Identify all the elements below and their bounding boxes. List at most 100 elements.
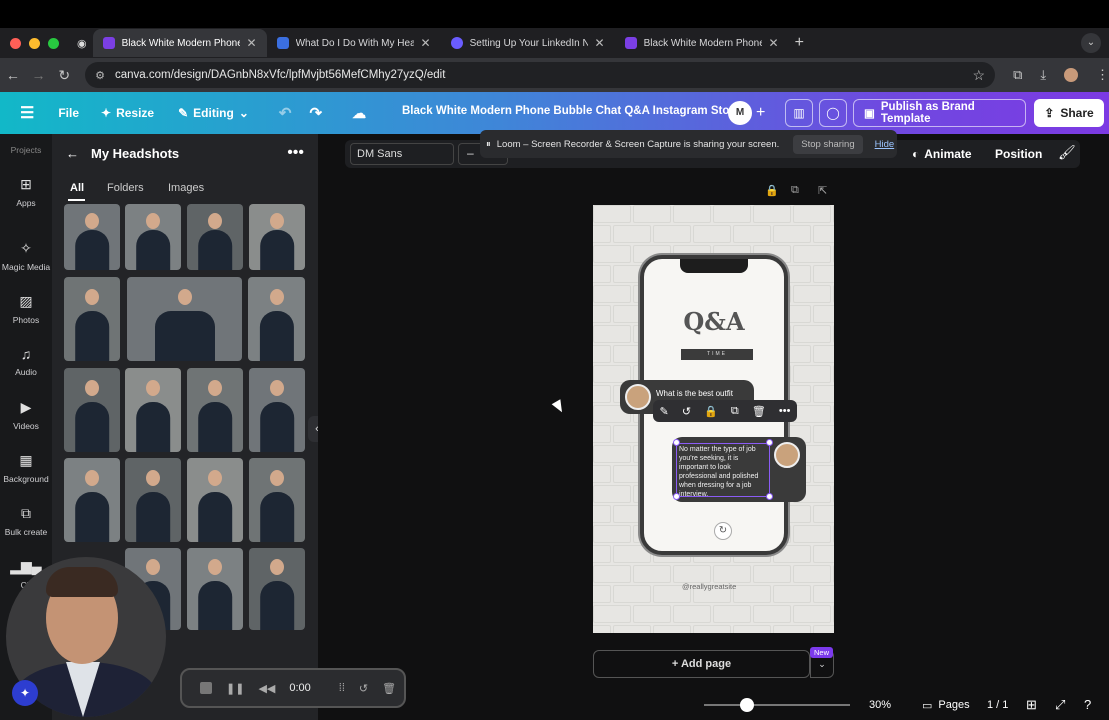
comment-icon[interactable]: ◯	[819, 99, 847, 127]
close-window-button[interactable]	[10, 37, 21, 49]
add-page-icon[interactable]: ⇱	[818, 184, 827, 197]
insights-chart-icon[interactable]: ▥	[785, 99, 813, 127]
url-field[interactable]: ⚙ canva.com/design/DAGnbN8xVfc/lpfMvjbt5…	[85, 62, 996, 88]
trash-icon[interactable]: 🗑	[752, 405, 766, 418]
headshot-thumbnail[interactable]	[249, 458, 305, 542]
resize-handle[interactable]	[673, 493, 680, 500]
tab-close-icon[interactable]: ✕	[247, 36, 257, 50]
collaborator-avatar[interactable]: M	[728, 101, 752, 125]
publish-brand-template-button[interactable]: ▣ Publish as Brand Template	[853, 99, 1026, 127]
headshot-thumbnail[interactable]	[249, 368, 305, 452]
site-handle-text[interactable]: @reallygreatsite	[682, 582, 736, 591]
more-options-icon[interactable]: •••	[287, 144, 304, 162]
browser-tab-2[interactable]: Setting Up Your LinkedIn New... ✕	[441, 29, 615, 57]
headshot-thumbnail[interactable]	[187, 368, 243, 452]
file-menu[interactable]: File	[58, 106, 79, 120]
tab-search-chevron-icon[interactable]: ⌄	[1081, 33, 1101, 53]
help-icon[interactable]: ?	[1084, 697, 1091, 712]
extensions-puzzle-icon[interactable]: ⧉	[1013, 67, 1022, 83]
browser-tab-3[interactable]: Black White Modern Phone B... ✕	[615, 29, 789, 57]
headshot-thumbnail[interactable]	[64, 277, 120, 361]
tab-close-icon[interactable]: ✕	[769, 36, 779, 50]
zoom-level[interactable]: 30%	[869, 699, 891, 711]
headshot-thumbnail[interactable]	[127, 277, 242, 361]
headshot-thumbnail[interactable]	[187, 458, 243, 542]
pages-button[interactable]: ▭ Pages	[922, 699, 970, 712]
tab-folders[interactable]: Folders	[107, 182, 144, 194]
duplicate-icon[interactable]: ⧉	[731, 405, 739, 418]
headshot-thumbnail[interactable]	[125, 368, 181, 452]
grid-view-icon[interactable]: ⊞	[1026, 697, 1037, 713]
download-icon[interactable]: ⤓	[1040, 67, 1046, 83]
duplicate-page-icon[interactable]: ⧉	[791, 184, 799, 197]
rewind-icon[interactable]: ◀◀	[258, 682, 275, 695]
more-options-icon[interactable]: •••	[779, 405, 791, 417]
headshot-thumbnail[interactable]	[249, 548, 305, 630]
headshot-thumbnail[interactable]	[187, 548, 243, 630]
restart-icon[interactable]: ↺	[359, 682, 368, 695]
headshot-thumbnail[interactable]	[249, 204, 305, 270]
projects-label[interactable]: Projects	[0, 145, 52, 155]
share-button[interactable]: ⇪ Share	[1034, 99, 1104, 127]
new-tab-plus-icon[interactable]: +	[795, 34, 804, 52]
headshot-thumbnail[interactable]	[64, 204, 120, 270]
browser-tab-1[interactable]: What Do I Do With My Headsh... ✕	[267, 29, 441, 57]
answer-text-box[interactable]: No matter the type of job you're seeking…	[676, 443, 770, 497]
fullscreen-icon[interactable]: ⤢	[1055, 697, 1065, 713]
add-page-button[interactable]: + Add page	[593, 650, 810, 678]
rail-item-background[interactable]: ▦ Background	[0, 452, 52, 484]
rail-item-photos[interactable]: ▨ Photos	[0, 293, 52, 325]
rail-item-bulk-create[interactable]: ⧉ Bulk create	[0, 505, 52, 537]
tab-close-icon[interactable]: ✕	[421, 36, 431, 50]
minimize-window-button[interactable]	[29, 37, 40, 49]
tab-images[interactable]: Images	[168, 182, 204, 194]
resize-handle[interactable]	[673, 439, 680, 446]
magic-assistant-icon[interactable]: ✦	[12, 680, 38, 706]
delete-recording-icon[interactable]: 🗑	[382, 682, 396, 695]
position-button[interactable]: Position	[995, 147, 1042, 161]
browser-tab-0[interactable]: Black White Modern Phone B... ✕	[92, 29, 267, 57]
zoom-slider-handle[interactable]	[740, 698, 754, 712]
resize-button[interactable]: ✦ Resize	[101, 106, 154, 120]
document-title[interactable]: Black White Modern Phone Bubble Chat Q&A…	[402, 105, 739, 117]
back-arrow-icon[interactable]: ←	[66, 146, 79, 161]
tab-close-icon[interactable]: ✕	[595, 36, 605, 50]
reload-icon[interactable]: ↻	[51, 67, 77, 84]
undo-icon[interactable]: ↶	[279, 104, 292, 122]
tab-all[interactable]: All	[70, 182, 84, 194]
back-arrow-icon[interactable]: ←	[0, 67, 26, 83]
font-family-dropdown[interactable]: DM Sans	[350, 143, 454, 165]
maximize-window-button[interactable]	[48, 37, 59, 49]
magic-edit-icon[interactable]: ✎	[660, 405, 669, 418]
time-label[interactable]: TIME	[681, 349, 753, 360]
headshot-thumbnail[interactable]	[125, 204, 181, 270]
bookmark-star-icon[interactable]: ☆	[973, 67, 986, 84]
hide-banner-link[interactable]: Hide	[875, 139, 895, 150]
rail-item-videos[interactable]: ▶ Videos	[0, 399, 52, 431]
headshot-thumbnail[interactable]	[64, 458, 120, 542]
animate-button[interactable]: ◐ Animate	[912, 147, 972, 161]
browser-menu-icon[interactable]: ⋮	[1096, 67, 1109, 83]
rotate-handle-icon[interactable]: ↻	[714, 522, 732, 540]
stop-sharing-button[interactable]: Stop sharing	[793, 134, 863, 154]
redo-icon[interactable]: ↷	[309, 104, 322, 122]
rail-item-audio[interactable]: ♫ Audio	[0, 346, 52, 377]
question-text[interactable]: What is the best outfit	[656, 389, 733, 398]
hamburger-menu-icon[interactable]: ☰	[20, 103, 34, 123]
cloud-save-icon[interactable]: ☁	[352, 105, 366, 122]
add-collaborator-plus-icon[interactable]: +	[756, 104, 765, 122]
headshot-thumbnail[interactable]	[248, 277, 305, 361]
paint-format-roller-icon[interactable]: 🖌	[1058, 144, 1076, 161]
comment-add-icon[interactable]: ↺	[682, 405, 691, 418]
qa-heading[interactable]: Q&A	[644, 307, 784, 336]
rail-item-apps[interactable]: ⊞ Apps	[0, 176, 52, 208]
zoom-slider-track[interactable]	[704, 704, 850, 706]
lock-icon[interactable]: 🔒	[704, 405, 718, 418]
forward-arrow-icon[interactable]: →	[26, 67, 52, 83]
lock-page-icon[interactable]: 🔒	[765, 184, 779, 197]
headshot-thumbnail[interactable]	[125, 458, 181, 542]
rail-item-magic-media[interactable]: ✧ Magic Media	[0, 240, 52, 272]
resize-handle[interactable]	[766, 493, 773, 500]
resize-handle[interactable]	[766, 439, 773, 446]
drag-handle-icon[interactable]: ⁞⁞	[339, 682, 345, 694]
